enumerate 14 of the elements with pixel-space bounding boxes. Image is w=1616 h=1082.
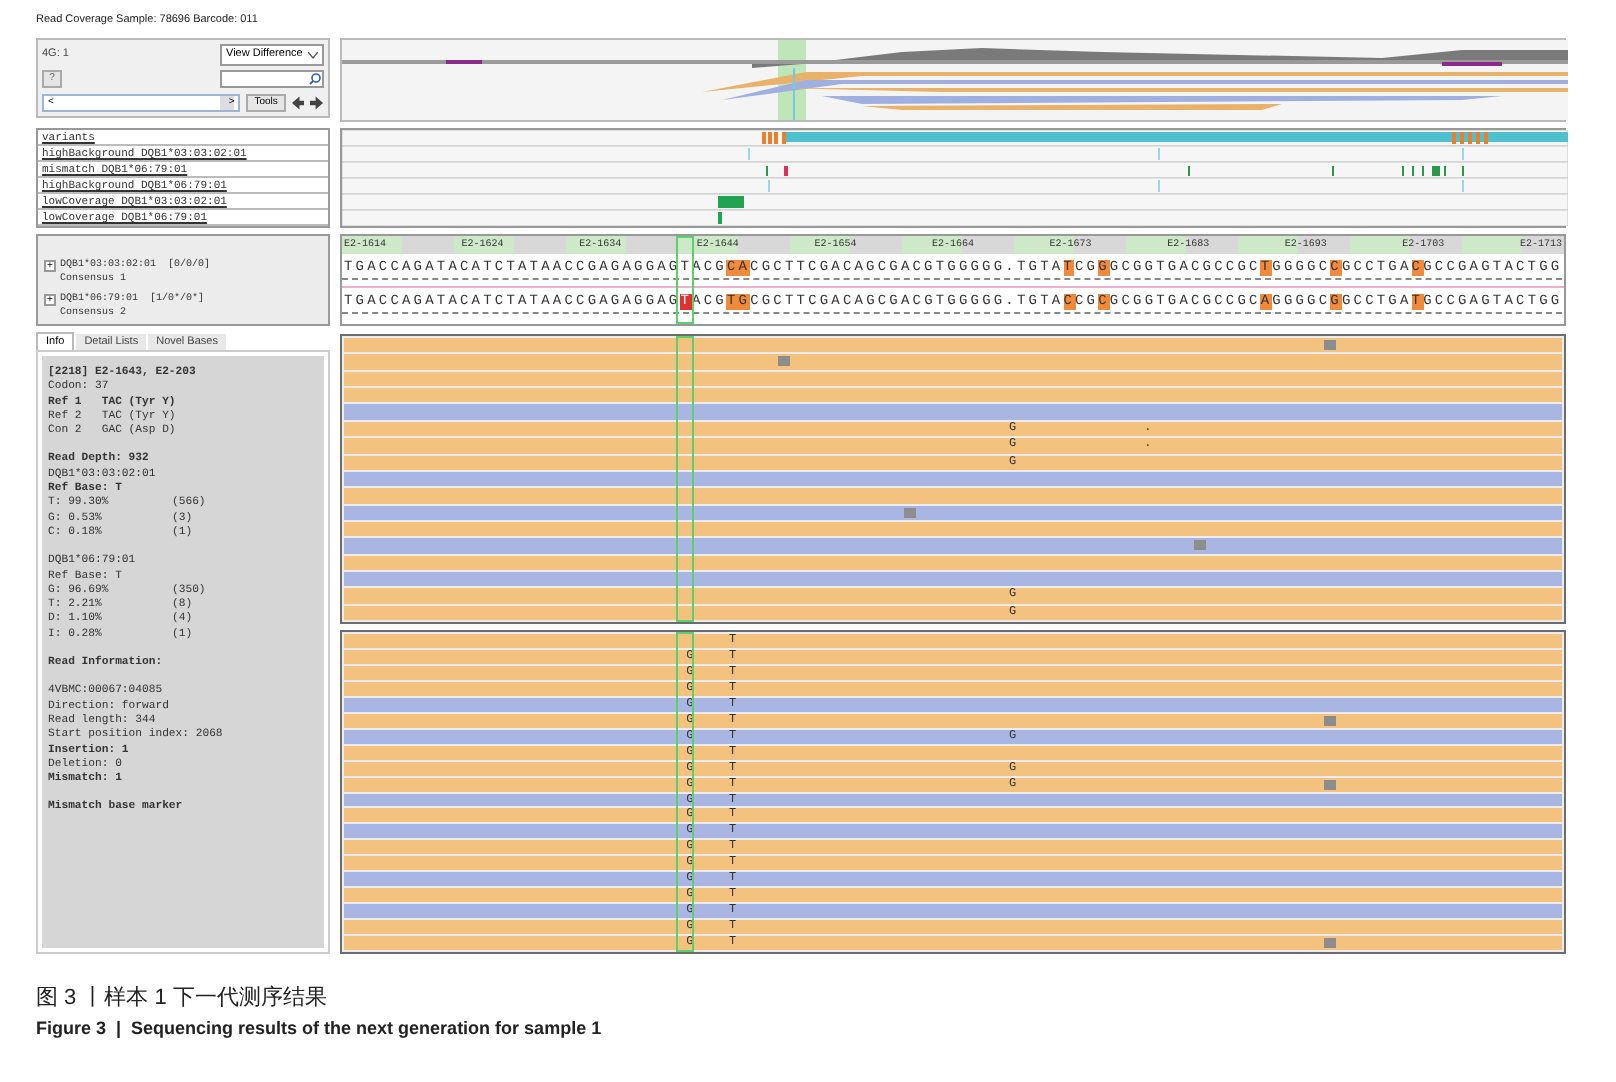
base-marker (1323, 340, 1336, 350)
base-marker (1323, 715, 1336, 726)
base-marker (778, 356, 791, 367)
base-marker (1323, 779, 1336, 790)
caret-icon (308, 51, 318, 59)
forward-arrow-icon[interactable] (310, 95, 324, 110)
caption-english: Figure 3 | Sequencing results of the next generation for sample 1 (36, 1018, 604, 1040)
back-arrow-icon[interactable] (291, 95, 305, 110)
base-marker (904, 507, 917, 518)
base-marker (1323, 938, 1336, 949)
base-marker (1194, 540, 1207, 551)
search-field[interactable] (220, 70, 324, 89)
search-icon (308, 72, 322, 87)
caption-chinese: 图 3 丨样本 1 下一代测序结果 (36, 986, 329, 1012)
